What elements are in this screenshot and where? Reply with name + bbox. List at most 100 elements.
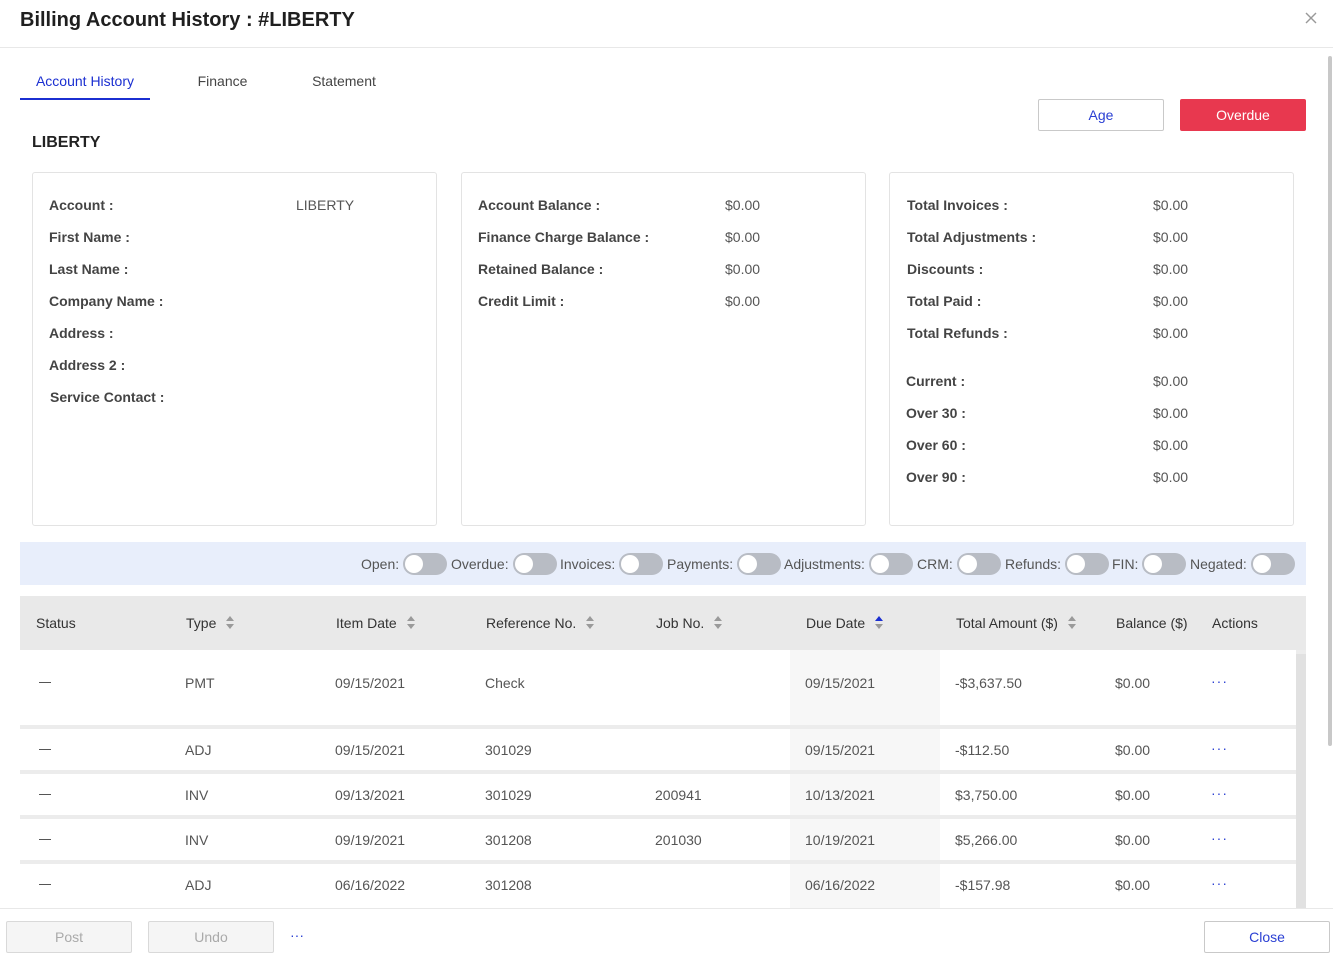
toggle-knob — [958, 555, 977, 573]
page-scrollbar-thumb[interactable] — [1328, 56, 1332, 746]
col-type[interactable]: Type — [186, 615, 235, 631]
sort-icon[interactable] — [714, 616, 723, 630]
filter-refunds-toggle[interactable] — [1065, 553, 1110, 575]
balance-value: $0.00 — [725, 197, 761, 213]
total-value: $0.00 — [1153, 325, 1189, 341]
sort-asc-icon[interactable] — [875, 616, 884, 630]
account-name-heading: LIBERTY — [32, 134, 101, 151]
row-actions-menu[interactable]: ··· — [1211, 740, 1228, 756]
toggle-knob — [1144, 555, 1163, 573]
table-row[interactable]: ADJ 06/16/2022 301208 06/16/2022 -$157.9… — [20, 864, 1296, 908]
close-button[interactable]: Close — [1204, 921, 1330, 953]
tab-statement[interactable]: Statement — [300, 62, 388, 100]
page-scrollbar[interactable] — [1327, 48, 1333, 908]
cell-item-date: 09/13/2021 — [335, 787, 406, 803]
row-actions-menu[interactable]: ··· — [1211, 785, 1228, 801]
table-row[interactable]: ADJ 09/15/2021 301029 09/15/2021 -$112.5… — [20, 729, 1296, 770]
info-label: Company Name : — [49, 293, 164, 309]
filter-adjustments: Adjustments: — [784, 553, 913, 575]
balances-card: Account Balance : $0.00 Finance Charge Ba… — [461, 172, 866, 526]
filter-overdue: Overdue: — [451, 553, 557, 575]
cell-total: $5,266.00 — [955, 832, 1018, 848]
cell-due-date: 09/15/2021 — [805, 675, 876, 691]
filter-overdue-toggle[interactable] — [512, 553, 557, 575]
filter-label: Payments: — [667, 556, 734, 572]
info-row-company-name: Company Name : — [33, 293, 436, 313]
total-row: Total Paid : $0.00 — [890, 293, 1293, 313]
col-total-amount[interactable]: Total Amount ($) — [956, 615, 1076, 631]
row-actions-menu[interactable]: ··· — [1211, 875, 1228, 891]
info-label: Account : — [49, 197, 114, 213]
toggle-knob — [514, 555, 533, 573]
cell-type: INV — [185, 787, 209, 803]
total-label: Discounts : — [907, 261, 984, 277]
cell-reference: 301029 — [485, 742, 532, 758]
total-row: Total Invoices : $0.00 — [890, 197, 1293, 217]
sort-icon[interactable] — [586, 616, 595, 630]
aging-label: Over 30 : — [906, 405, 966, 421]
aging-label: Current : — [906, 373, 966, 389]
info-row-service-contact: Service Contact : — [33, 389, 436, 409]
cell-total: -$112.50 — [955, 742, 1010, 758]
row-actions-menu[interactable]: ··· — [1211, 830, 1228, 846]
table-body: PMT 09/15/2021 Check 09/15/2021 -$3,637.… — [20, 650, 1306, 908]
cell-item-date: 09/15/2021 — [335, 742, 406, 758]
toggle-knob — [1067, 555, 1086, 573]
col-reference-no[interactable]: Reference No. — [486, 615, 595, 631]
filter-payments: Payments: — [667, 553, 782, 575]
cell-reference: 301208 — [485, 877, 532, 893]
col-label: Job No. — [656, 615, 705, 631]
filter-adjustments-toggle[interactable] — [868, 553, 913, 575]
filter-fin-toggle[interactable] — [1142, 553, 1187, 575]
age-button[interactable]: Age — [1038, 99, 1164, 131]
cell-item-date: 09/15/2021 — [335, 675, 406, 691]
status-dash — [39, 794, 51, 795]
col-label: Item Date — [336, 615, 397, 631]
tab-finance[interactable]: Finance — [186, 62, 259, 100]
balance-value: $0.00 — [725, 293, 761, 309]
cell-balance: $0.00 — [1115, 877, 1151, 893]
more-actions-menu[interactable]: ··· — [290, 927, 304, 943]
dialog-header: Billing Account History : #LIBERTY — [0, 0, 1333, 48]
close-icon[interactable] — [1303, 10, 1319, 26]
filter-open-toggle[interactable] — [403, 553, 448, 575]
info-label: Address 2 : — [49, 357, 126, 373]
status-dash — [39, 682, 51, 683]
filter-label: Open: — [361, 556, 400, 572]
cell-reference: 301029 — [485, 787, 532, 803]
sort-icon[interactable] — [226, 616, 235, 630]
table-row[interactable]: INV 09/13/2021 301029 200941 10/13/2021 … — [20, 774, 1296, 815]
overdue-button[interactable]: Overdue — [1180, 99, 1306, 131]
col-label: Balance ($) — [1116, 615, 1188, 631]
filter-payments-toggle[interactable] — [737, 553, 782, 575]
total-value: $0.00 — [1153, 261, 1189, 277]
filter-crm-toggle[interactable] — [956, 553, 1001, 575]
status-dash — [39, 884, 51, 885]
undo-button[interactable]: Undo — [148, 921, 274, 953]
balance-label: Retained Balance : — [478, 261, 604, 277]
col-job-no[interactable]: Job No. — [656, 615, 723, 631]
col-due-date[interactable]: Due Date — [806, 615, 884, 631]
info-row-address: Address : — [33, 325, 436, 345]
col-label: Status — [36, 615, 76, 631]
sort-icon[interactable] — [1067, 616, 1076, 630]
row-actions-menu[interactable]: ··· — [1211, 673, 1228, 689]
aging-value: $0.00 — [1153, 469, 1189, 485]
filter-bar: Open: Overdue: Invoices: Payments: Adjus… — [20, 542, 1306, 585]
toggle-knob — [870, 555, 889, 573]
post-button[interactable]: Post — [6, 921, 132, 953]
table-row[interactable]: INV 09/19/2021 301208 201030 10/19/2021 … — [20, 819, 1296, 860]
aging-value: $0.00 — [1153, 405, 1189, 421]
total-value: $0.00 — [1153, 293, 1189, 309]
filter-negated-toggle[interactable] — [1250, 553, 1295, 575]
table-scrollbar[interactable] — [1296, 654, 1306, 908]
tab-account-history[interactable]: Account History — [20, 62, 150, 100]
cell-type: PMT — [185, 675, 215, 691]
col-item-date[interactable]: Item Date — [336, 615, 415, 631]
toggle-knob — [1252, 555, 1271, 573]
table-row[interactable]: PMT 09/15/2021 Check 09/15/2021 -$3,637.… — [20, 650, 1296, 725]
sort-icon[interactable] — [406, 616, 415, 630]
cell-balance: $0.00 — [1115, 832, 1151, 848]
filter-invoices-toggle[interactable] — [619, 553, 664, 575]
total-row: Discounts : $0.00 — [890, 261, 1293, 281]
